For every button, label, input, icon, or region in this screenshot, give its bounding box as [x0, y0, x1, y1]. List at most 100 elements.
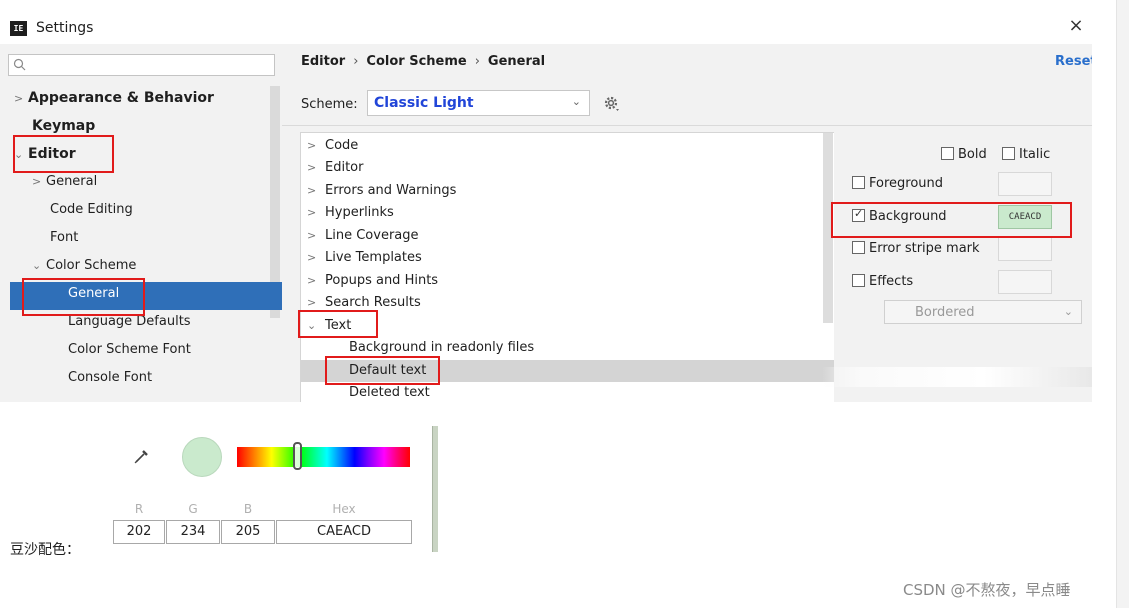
attributes-panel: Bold Italic Foreground Background CAEACD…	[834, 132, 1092, 402]
checkbox-box-checked	[852, 207, 865, 222]
sidebar-item-language-defaults[interactable]: Language Defaults	[68, 308, 191, 336]
bold-checkbox[interactable]: Bold	[941, 147, 987, 162]
chevron-right-icon: >	[307, 161, 317, 174]
tree-item-line-coverage[interactable]: > Line Coverage	[307, 225, 419, 247]
background-checkbox[interactable]: Background	[852, 207, 947, 224]
tree-item-label: Search Results	[325, 295, 421, 310]
tree-item-search-results[interactable]: > Search Results	[307, 292, 421, 314]
italic-label: Italic	[1019, 147, 1051, 162]
element-tree-scrollbar[interactable]	[823, 133, 833, 323]
close-icon[interactable]: ×	[1066, 16, 1086, 36]
breadcrumb-separator: ›	[474, 54, 480, 69]
sidebar-item-general[interactable]: > General	[32, 168, 97, 196]
effects-label: Effects	[869, 274, 914, 289]
breadcrumb-item[interactable]: Color Scheme	[366, 54, 466, 69]
scheme-dropdown[interactable]: Classic Light ⌄	[367, 90, 590, 116]
reset-link[interactable]: Reset	[1055, 54, 1092, 69]
error-stripe-label: Error stripe mark	[869, 241, 980, 256]
caption-text: 豆沙配色：	[10, 542, 80, 558]
foreground-label: Foreground	[869, 176, 944, 191]
page: IE Settings × > Appearance & Behavior Key…	[0, 0, 1129, 608]
effects-color-swatch[interactable]	[998, 270, 1052, 294]
tree-item-label: Deleted text	[349, 385, 430, 400]
sidebar-item-label: Language Defaults	[68, 314, 191, 329]
window-title: Settings	[36, 20, 94, 36]
tree-item-background-readonly[interactable]: Background in readonly files	[349, 337, 534, 359]
breadcrumb-separator: ›	[353, 54, 359, 69]
settings-content: Editor › Color Scheme › General Reset Scheme…	[282, 44, 1092, 402]
b-input[interactable]: 205	[221, 520, 275, 544]
chevron-down-icon: ⌄	[307, 319, 317, 332]
r-input[interactable]: 202	[113, 520, 165, 544]
scheme-label: Scheme:	[301, 97, 358, 112]
settings-search-input[interactable]	[8, 54, 275, 76]
blurred-preview-strip	[822, 367, 1092, 387]
picker-edge	[432, 426, 438, 552]
sidebar-item-editor[interactable]: ⌄ Editor	[14, 140, 76, 168]
sidebar-item-console-font[interactable]: Console Font	[68, 364, 152, 392]
divider	[282, 125, 1092, 126]
sidebar-item-label: Color Scheme	[46, 258, 137, 273]
sidebar-item-label: Appearance & Behavior	[28, 90, 214, 106]
checkbox-box	[852, 274, 865, 287]
watermark: CSDN @不熬夜，早点睡	[903, 581, 1071, 599]
error-stripe-color-swatch[interactable]	[998, 237, 1052, 261]
chevron-right-icon: >	[307, 296, 317, 309]
chevron-down-icon: ⌄	[32, 259, 42, 272]
hex-label: Hex	[332, 502, 356, 516]
tree-item-hyperlinks[interactable]: > Hyperlinks	[307, 202, 394, 224]
effects-type-value: Bordered	[915, 305, 975, 320]
tree-item-errors-warnings[interactable]: > Errors and Warnings	[307, 180, 456, 202]
chevron-right-icon: >	[307, 229, 317, 242]
sidebar-item-color-scheme[interactable]: ⌄ Color Scheme	[32, 252, 136, 280]
sidebar-item-color-scheme-font[interactable]: Color Scheme Font	[68, 336, 191, 364]
tree-item-editor[interactable]: > Editor	[307, 157, 363, 179]
sidebar-item-label: Console Font	[68, 370, 153, 385]
tree-item-label: Text	[325, 318, 352, 333]
color-element-tree: > Code > Editor > Errors and Warnings > Hype…	[300, 132, 835, 402]
sidebar-item-label: General	[46, 174, 98, 189]
tree-item-code[interactable]: > Code	[307, 135, 358, 157]
effects-checkbox[interactable]: Effects	[852, 274, 913, 289]
background-color-swatch[interactable]: CAEACD	[998, 205, 1052, 229]
chevron-down-icon: ⌄	[571, 95, 581, 108]
gear-icon[interactable]	[602, 94, 622, 114]
foreground-checkbox[interactable]: Foreground	[852, 176, 943, 191]
checkbox-box	[852, 176, 865, 189]
bold-label: Bold	[958, 147, 987, 162]
tree-item-popups-hints[interactable]: > Popups and Hints	[307, 270, 438, 292]
tree-item-default-text[interactable]: Default text	[349, 360, 426, 382]
page-scrollbar[interactable]	[1116, 0, 1129, 608]
tree-item-label: Popups and Hints	[325, 273, 439, 288]
tree-item-label: Errors and Warnings	[325, 183, 457, 198]
sidebar-item-label: General	[68, 286, 120, 301]
chevron-right-icon: >	[307, 251, 317, 264]
tree-item-deleted-text[interactable]: Deleted text	[349, 382, 430, 402]
r-label: R	[134, 502, 144, 516]
sidebar-item-code-editing[interactable]: Code Editing	[50, 196, 133, 224]
color-preview-circle	[182, 437, 222, 477]
italic-checkbox[interactable]: Italic	[1002, 147, 1050, 162]
g-input[interactable]: 234	[166, 520, 220, 544]
sidebar-item-font[interactable]: Font	[50, 224, 78, 252]
hue-slider-handle[interactable]	[293, 442, 303, 470]
tree-item-label: Line Coverage	[325, 228, 419, 243]
foreground-color-swatch[interactable]	[998, 172, 1052, 196]
tree-item-text[interactable]: ⌄ Text	[307, 315, 351, 337]
effects-type-dropdown[interactable]: Bordered ⌄	[884, 300, 1082, 324]
chevron-right-icon: >	[32, 175, 42, 188]
sidebar-item-appearance-behavior[interactable]: > Appearance & Behavior	[14, 84, 214, 112]
hue-slider[interactable]	[237, 447, 410, 467]
tree-item-live-templates[interactable]: > Live Templates	[307, 247, 422, 269]
color-picker: R G B Hex 202 234 205 CAEACD	[100, 426, 434, 552]
chevron-down-icon: ⌄	[1063, 305, 1073, 318]
error-stripe-checkbox[interactable]: Error stripe mark	[852, 241, 980, 256]
sidebar-item-keymap[interactable]: Keymap	[32, 112, 95, 140]
sidebar-item-color-scheme-general[interactable]: General	[68, 280, 119, 308]
breadcrumb-item[interactable]: Editor	[301, 54, 345, 69]
chevron-right-icon: >	[14, 92, 24, 105]
hex-input[interactable]: CAEACD	[276, 520, 412, 544]
eyedropper-icon[interactable]	[132, 446, 152, 466]
title-bar: IE Settings ×	[0, 0, 1092, 44]
breadcrumb-item[interactable]: General	[488, 54, 545, 69]
